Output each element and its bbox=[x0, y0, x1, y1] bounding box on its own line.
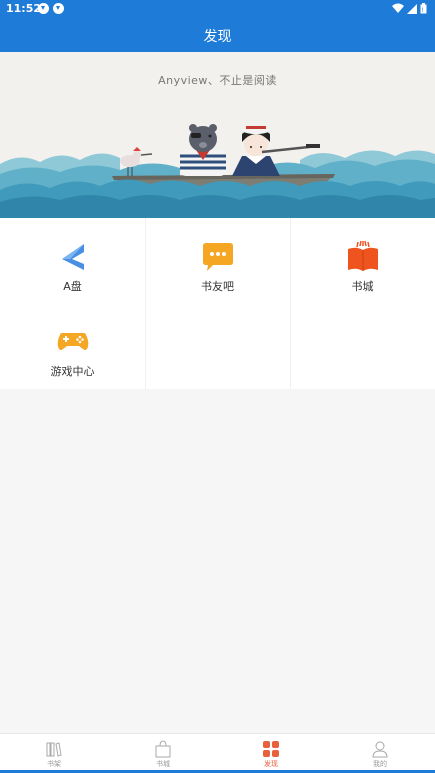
grid-item-bookstore[interactable]: 书城 bbox=[290, 218, 435, 303]
gamepad-icon bbox=[57, 333, 88, 350]
boat-illustration bbox=[0, 124, 435, 218]
download-notification-icon bbox=[53, 3, 64, 14]
chat-bubble-icon bbox=[202, 243, 233, 271]
wifi-icon bbox=[392, 3, 404, 13]
tab-discover[interactable]: 发现 bbox=[217, 734, 325, 773]
tab-label: 书架 bbox=[47, 760, 61, 768]
open-book-icon bbox=[347, 240, 378, 271]
tab-bookshelf[interactable]: 书架 bbox=[0, 734, 108, 773]
status-time: 11:52 bbox=[6, 2, 42, 15]
tab-bookstore[interactable]: 书城 bbox=[109, 734, 217, 773]
download-notification-icon bbox=[38, 3, 49, 14]
bottom-tab-bar: 书架 书城 发现 我的 bbox=[0, 733, 435, 773]
person-icon bbox=[372, 741, 388, 758]
shopping-bag-icon bbox=[155, 740, 171, 758]
tab-label: 我的 bbox=[373, 760, 387, 768]
grid-item-label: 书城 bbox=[351, 280, 374, 293]
svg-text:!: ! bbox=[421, 7, 423, 14]
discover-grid: A盘 书友吧 书城 游戏中心 bbox=[0, 218, 435, 389]
discover-grid-icon bbox=[263, 741, 279, 757]
signal-icon bbox=[407, 3, 417, 14]
tab-mine[interactable]: 我的 bbox=[326, 734, 434, 773]
grid-item-label: 书友吧 bbox=[201, 280, 234, 293]
grid-item-a-drive[interactable]: A盘 bbox=[0, 218, 145, 303]
grid-item-game-center[interactable]: 游戏中心 bbox=[0, 303, 145, 388]
status-indicators: ! bbox=[392, 3, 427, 14]
tab-label: 书城 bbox=[156, 760, 170, 768]
grid-item-label: 游戏中心 bbox=[50, 365, 95, 378]
status-bar: 11:52 ! bbox=[0, 0, 435, 18]
page-title: 发现 bbox=[203, 29, 232, 45]
a-drive-icon bbox=[61, 244, 84, 270]
grid-item-label: A盘 bbox=[63, 280, 82, 293]
app-bar: 发现 bbox=[0, 18, 435, 52]
bookshelf-icon bbox=[46, 742, 62, 757]
tab-label: 发现 bbox=[264, 760, 278, 768]
grid-item-book-club[interactable]: 书友吧 bbox=[145, 218, 290, 303]
promo-banner[interactable]: Anyview、不止是阅读 bbox=[0, 52, 435, 218]
battery-icon: ! bbox=[420, 3, 427, 14]
